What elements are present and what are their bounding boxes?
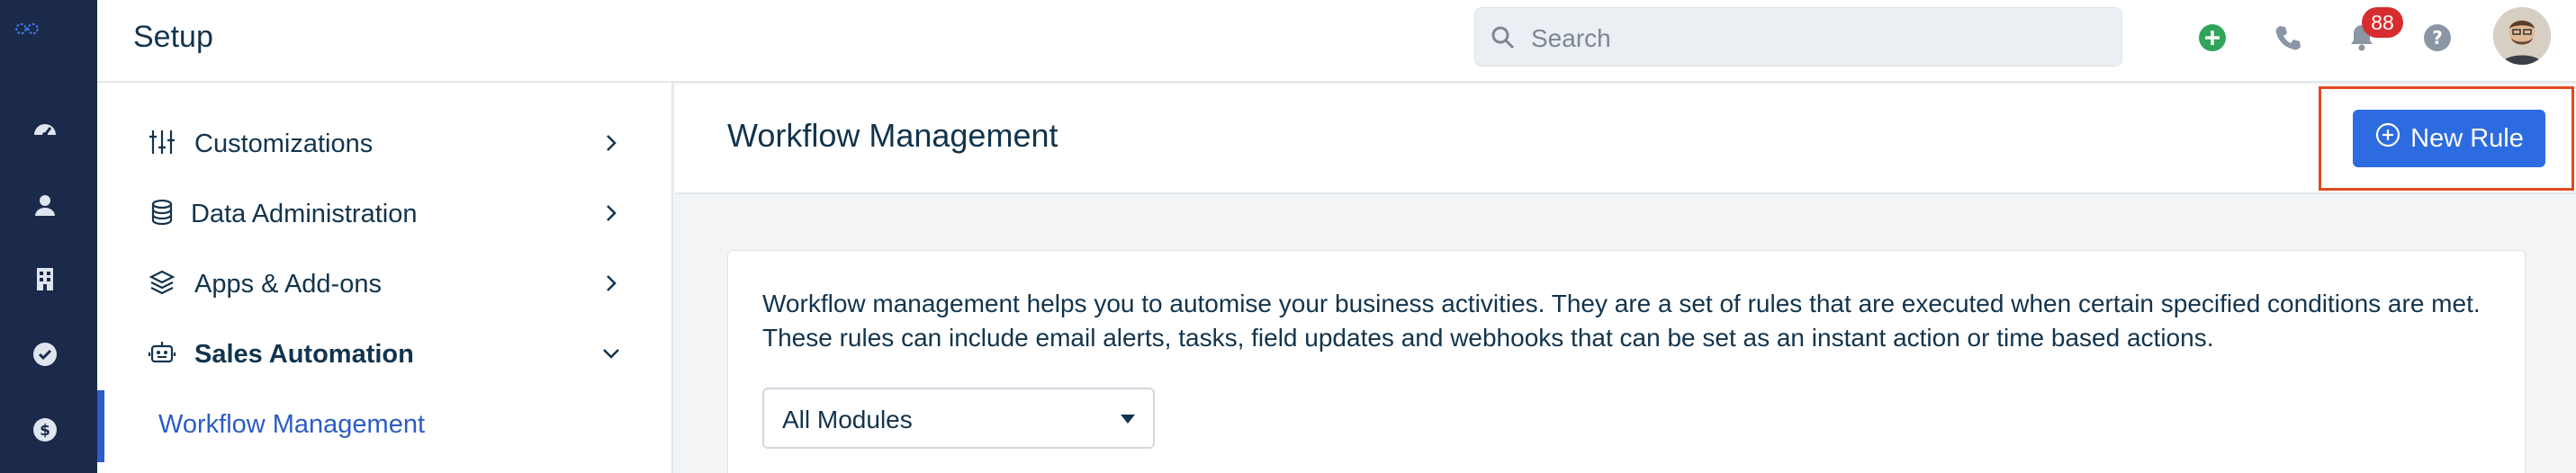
top-header: Setup Search 88 ? [97,0,2576,83]
notification-count-badge: 88 [2362,7,2403,38]
sidebar-item-label: Sales Automation [194,340,414,369]
dashboard-icon[interactable] [29,113,61,146]
sidebar-item-sales-automation[interactable]: Sales Automation [97,326,673,383]
search-icon [1490,24,1517,51]
page-title: Setup [133,20,213,54]
contacts-icon[interactable] [29,189,61,221]
freshworks-logo-icon[interactable] [13,14,74,59]
chevron-right-icon [599,201,623,225]
phone-icon[interactable] [2270,20,2306,56]
add-new-icon[interactable] [2194,20,2230,56]
sidebar-subitem-workflow-management[interactable]: Workflow Management [158,410,425,440]
database-icon [148,198,176,227]
workflow-description: Workflow management helps you to automis… [762,290,2481,352]
sidebar-item-label: Apps & Add-ons [194,270,382,299]
svg-text:?: ? [2432,27,2443,49]
robot-icon [148,338,176,367]
chevron-down-icon [599,342,623,365]
app-rail: $ [0,0,97,473]
new-rule-button[interactable]: New Rule [2353,110,2545,167]
sliders-icon [148,128,176,156]
sidebar-item-apps-addons[interactable]: Apps & Add-ons [97,255,673,313]
setup-sidebar: Customizations Data Administration Apps … [97,83,673,473]
help-icon[interactable]: ? [2419,20,2455,56]
sidebar-item-data-administration[interactable]: Data Administration [97,185,673,243]
tasks-icon[interactable] [29,338,61,370]
accounts-icon[interactable] [29,263,61,295]
module-filter-select[interactable]: All Modules [762,388,1155,449]
active-indicator [97,390,104,462]
workflow-card: Workflow management helps you to automis… [727,250,2526,473]
search-placeholder: Search [1531,24,1611,52]
sidebar-item-label: Data Administration [191,200,418,228]
plus-circle-icon [2374,121,2401,156]
layers-icon [148,268,176,297]
chevron-right-icon [599,272,623,295]
new-rule-label: New Rule [2410,123,2524,153]
content-title: Workflow Management [727,117,1058,154]
svg-text:$: $ [40,422,50,440]
content-header: Workflow Management New Rule [675,85,2576,194]
chevron-right-icon [599,131,623,155]
sidebar-item-label: Customizations [194,129,374,158]
deals-icon[interactable]: $ [29,414,61,446]
module-filter-value: All Modules [782,406,913,433]
search-input[interactable]: Search [1474,7,2122,67]
sidebar-item-customizations[interactable]: Customizations [97,115,673,173]
caret-down-icon [1121,415,1135,424]
user-avatar[interactable] [2493,7,2551,65]
